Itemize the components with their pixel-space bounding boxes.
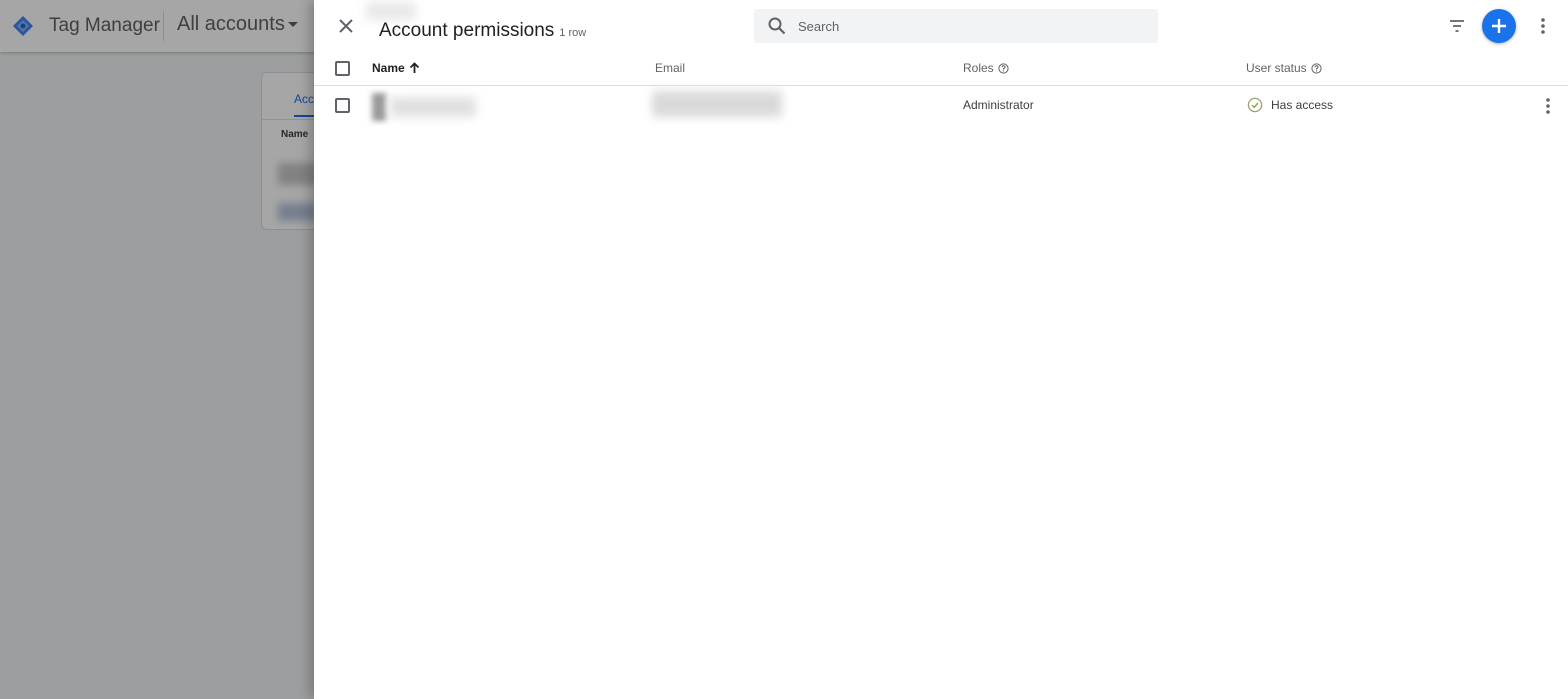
role-cell: Administrator [963,98,1034,112]
row-count: 1 row [559,27,587,39]
close-icon [339,19,353,33]
title-text: Account permissions [379,20,555,41]
table-header: Name Email Roles User status [314,50,1568,86]
page-title: Account permissions 1 row [379,20,586,42]
column-header-name[interactable]: Name [372,61,420,75]
redacted-avatar [372,93,386,121]
row-more-vert-icon[interactable] [1538,96,1558,116]
check-circle-icon [1247,97,1263,113]
redacted-breadcrumb [366,2,416,20]
column-label: User status [1246,61,1307,75]
search-input[interactable] [798,9,1148,43]
redacted-name-text [390,97,476,117]
arrow-up-icon [409,62,419,73]
column-header-roles[interactable]: Roles [963,61,1009,75]
add-icon [1492,19,1506,33]
close-button[interactable] [334,14,358,38]
account-permissions-panel: Account permissions1 row Name Email R [314,0,1568,699]
add-user-button[interactable] [1482,9,1516,43]
row-checkbox[interactable] [335,98,350,113]
filter-icon[interactable] [1447,16,1467,36]
more-vert-icon[interactable] [1533,16,1553,36]
column-label: Name [372,61,405,75]
search-bar[interactable] [754,9,1158,43]
redacted-user-name [360,89,482,125]
user-status-cell: Has access [1247,97,1333,113]
table-row[interactable]: Administrator Has access [314,86,1568,126]
status-text: Has access [1271,98,1334,112]
column-label: Email [655,61,686,75]
column-label: Roles [963,61,994,75]
help-icon[interactable] [1311,62,1322,74]
search-icon [768,17,786,35]
select-all-checkbox[interactable] [335,61,350,76]
help-icon[interactable] [998,62,1009,74]
column-header-email[interactable]: Email [655,61,685,75]
redacted-email [652,91,782,117]
column-header-user-status[interactable]: User status [1246,61,1322,75]
